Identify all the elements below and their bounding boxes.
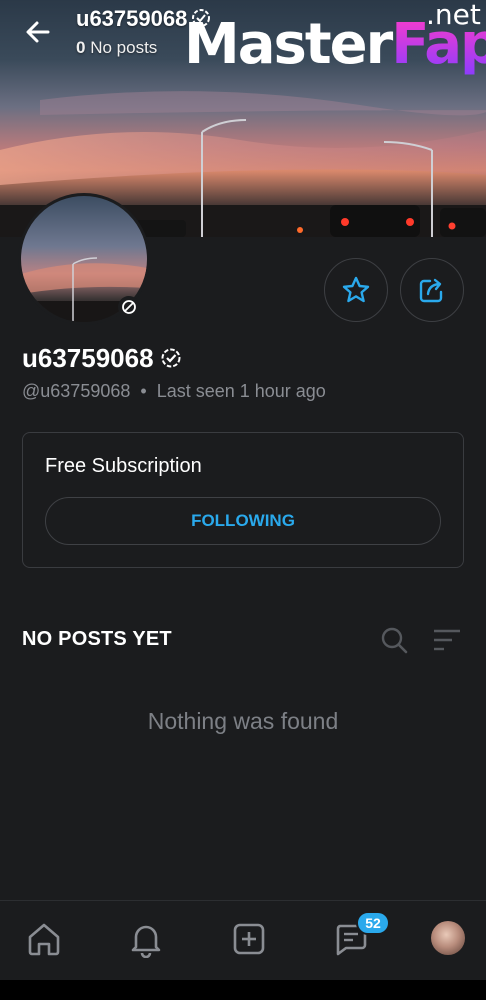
messages-badge: 52	[356, 911, 390, 935]
profile-screen: u63759068 0 No posts MasterFap .net u637…	[0, 0, 486, 1000]
following-button[interactable]: FOLLOWING	[45, 497, 441, 545]
offline-status-icon	[118, 296, 140, 318]
header-posts-count: 0 No posts	[76, 38, 157, 58]
back-arrow-icon[interactable]	[22, 16, 54, 48]
watermark-logo: MasterFap .net	[184, 0, 486, 82]
last-seen-text: Last seen 1 hour ago	[156, 381, 326, 401]
share-button[interactable]	[400, 258, 464, 322]
add-post-icon[interactable]	[229, 919, 269, 959]
display-name-text: u63759068	[22, 343, 154, 373]
watermark-part1: Master	[184, 12, 393, 77]
system-navigation-bar	[0, 980, 486, 1000]
header-username-text: u63759068	[76, 6, 188, 31]
posts-count-number: 0	[76, 38, 86, 57]
favorite-button[interactable]	[324, 258, 388, 322]
meta-separator: •	[140, 381, 147, 401]
posts-section-title: NO POSTS YET	[22, 628, 172, 650]
profile-handle: @u63759068	[22, 381, 131, 401]
bottom-navigation: 52	[0, 900, 486, 980]
profile-meta: @u63759068 • Last seen 1 hour ago	[22, 381, 326, 402]
sort-icon[interactable]	[432, 626, 462, 654]
nav-avatar[interactable]	[431, 921, 465, 955]
verified-icon	[160, 345, 182, 376]
home-icon[interactable]	[24, 919, 64, 959]
bell-icon[interactable]	[126, 919, 166, 959]
posts-count-label: No posts	[90, 38, 158, 57]
top-bar: u63759068 0 No posts MasterFap .net	[0, 0, 486, 77]
star-icon	[342, 276, 370, 303]
empty-state-message: Nothing was found	[147, 708, 339, 734]
subscription-card: Free Subscription FOLLOWING	[22, 432, 464, 568]
profile-display-name: u63759068	[22, 343, 182, 376]
share-icon	[419, 278, 443, 303]
subscription-title: Free Subscription	[45, 455, 202, 477]
watermark-suffix: .net	[426, 0, 481, 31]
search-icon[interactable]	[380, 626, 408, 654]
